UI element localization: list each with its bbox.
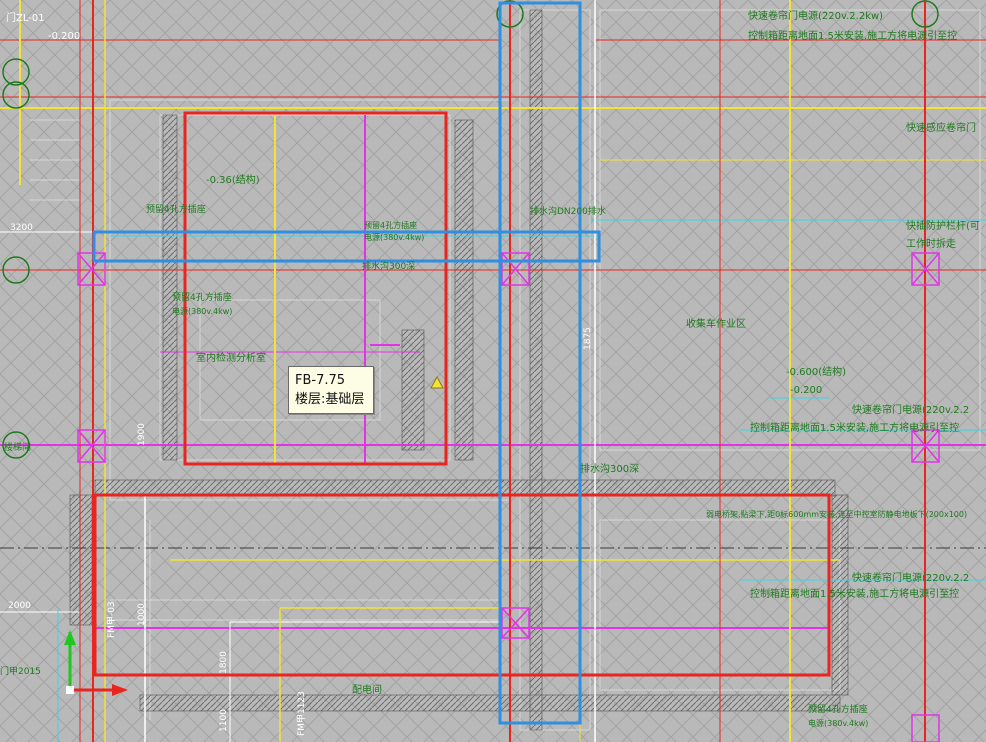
socket-note-5: 电源(380v.4kw) bbox=[172, 307, 233, 316]
elevation-label-1: -0.600(结构) bbox=[786, 367, 847, 378]
socket-note-2: 预留4孔方插座 bbox=[364, 221, 418, 230]
elevation-label-top-left: -0.200 bbox=[48, 31, 81, 42]
tooltip-element-id: FB-7.75 bbox=[295, 373, 346, 388]
room-label-stair: 楼梯间 bbox=[4, 443, 32, 453]
tooltip-floor-text: 楼层:基础层 bbox=[295, 392, 365, 407]
element-tooltip: FB-7.75 楼层:基础层 bbox=[288, 366, 374, 414]
dimension-2000: 2000 bbox=[8, 601, 31, 611]
dimension-3200: 3200 bbox=[10, 223, 33, 233]
grid-label-top-left: 门ZL-01 bbox=[6, 13, 45, 24]
drain-note-1: 排水沟300深 bbox=[580, 464, 640, 475]
power-note-sensor: 快速感应卷帘门 bbox=[906, 123, 976, 134]
elevation-label-mid: -0.36(结构) bbox=[206, 175, 260, 186]
dimension-1000: 1000 bbox=[137, 603, 147, 626]
dimension-1900: 1900 bbox=[137, 423, 147, 446]
power-note-bottom-1: 快速卷帘门电源(220v.2.2 bbox=[852, 573, 970, 584]
power-note-bottom-2: 控制箱距离地面1.5米安装,施工方将电源引至控 bbox=[750, 589, 960, 600]
long-cable-note: 弱电桥架,贴梁下,距0标600mm安装,连至中控室防静电地板下(200x100) bbox=[706, 510, 968, 519]
room-label-power: 配电间 bbox=[352, 685, 382, 696]
socket-note-4: 预留4孔方插座 bbox=[172, 293, 232, 303]
door-label-fm2: FM甲1123 bbox=[297, 691, 307, 736]
drain-note-2: 排水沟300深 bbox=[362, 262, 416, 272]
socket-note-bottom-2: 电源(380v.4kw) bbox=[808, 719, 869, 728]
drain-note-3: 排水沟DN200排水 bbox=[530, 207, 606, 217]
area-label-collection: 收集车作业区 bbox=[686, 319, 746, 330]
dimension-1800: 1800 bbox=[219, 651, 229, 674]
room-label-indoor: 室内检测分析室 bbox=[196, 353, 266, 364]
socket-note-bottom-1: 预留4孔方插座 bbox=[808, 705, 868, 715]
power-note-mid-1: 快速卷帘门电源(220v.2.2 bbox=[852, 405, 970, 416]
dimension-1875: 1875 bbox=[583, 327, 593, 350]
socket-note-1: 预留4孔方插座 bbox=[146, 205, 206, 215]
door-label-bottom-left: 门甲2015 bbox=[0, 667, 41, 677]
power-note-top-2: 控制箱距离地面1.5米安装,施工方将电源引至控 bbox=[748, 31, 958, 42]
rail-note-1: 快插防护栏杆(可 bbox=[906, 221, 980, 232]
dimension-1100: 1100 bbox=[219, 709, 229, 732]
elevation-label-2: -0.200 bbox=[790, 385, 823, 396]
power-note-mid-2: 控制箱距离地面1.5米安装,施工方将电源引至控 bbox=[750, 423, 960, 434]
socket-note-3: 电源(380v.4kw) bbox=[364, 233, 425, 242]
door-label-fm1: FM甲-03 bbox=[107, 601, 117, 638]
power-note-top-1: 快速卷帘门电源(220v.2.2kw) bbox=[748, 11, 884, 22]
rail-note-2: 工作时拆走 bbox=[906, 239, 956, 250]
